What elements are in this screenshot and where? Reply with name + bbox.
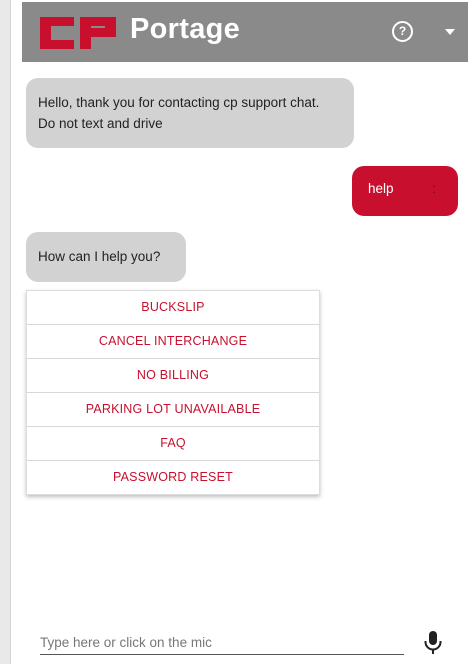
header-bar: Portage ?: [22, 2, 468, 62]
message-input[interactable]: [40, 630, 404, 655]
chat-area: Hello, thank you for contacting cp suppo…: [22, 62, 468, 622]
option-faq[interactable]: FAQ: [27, 427, 319, 461]
bot-message: Hello, thank you for contacting cp suppo…: [26, 78, 354, 148]
option-cancel-interchange[interactable]: CANCEL INTERCHANGE: [27, 325, 319, 359]
message-text: help: [368, 181, 394, 196]
left-edge-divider: [0, 0, 11, 664]
cp-logo: [40, 17, 116, 49]
message-extra: :: [432, 180, 436, 196]
input-bar: [22, 622, 468, 664]
bot-message: How can I help you?: [26, 232, 186, 282]
user-message: help :: [352, 166, 458, 216]
chat-window: Portage ? Hello, thank you for contactin…: [0, 0, 468, 664]
option-parking-lot-unavailable[interactable]: PARKING LOT UNAVAILABLE: [27, 393, 319, 427]
option-buckslip[interactable]: BUCKSLIP: [27, 291, 319, 325]
help-icon[interactable]: ?: [392, 21, 413, 42]
message-line: Do not text and drive: [38, 116, 163, 131]
message-line: Hello, thank you for contacting cp suppo…: [38, 95, 320, 110]
quick-reply-options: BUCKSLIP CANCEL INTERCHANGE NO BILLING P…: [26, 290, 320, 495]
option-no-billing[interactable]: NO BILLING: [27, 359, 319, 393]
message-text: How can I help you?: [38, 249, 161, 264]
option-password-reset[interactable]: PASSWORD RESET: [27, 461, 319, 494]
app-title: Portage: [130, 13, 241, 45]
caret-down-icon[interactable]: [445, 29, 455, 35]
microphone-icon[interactable]: [422, 630, 444, 656]
